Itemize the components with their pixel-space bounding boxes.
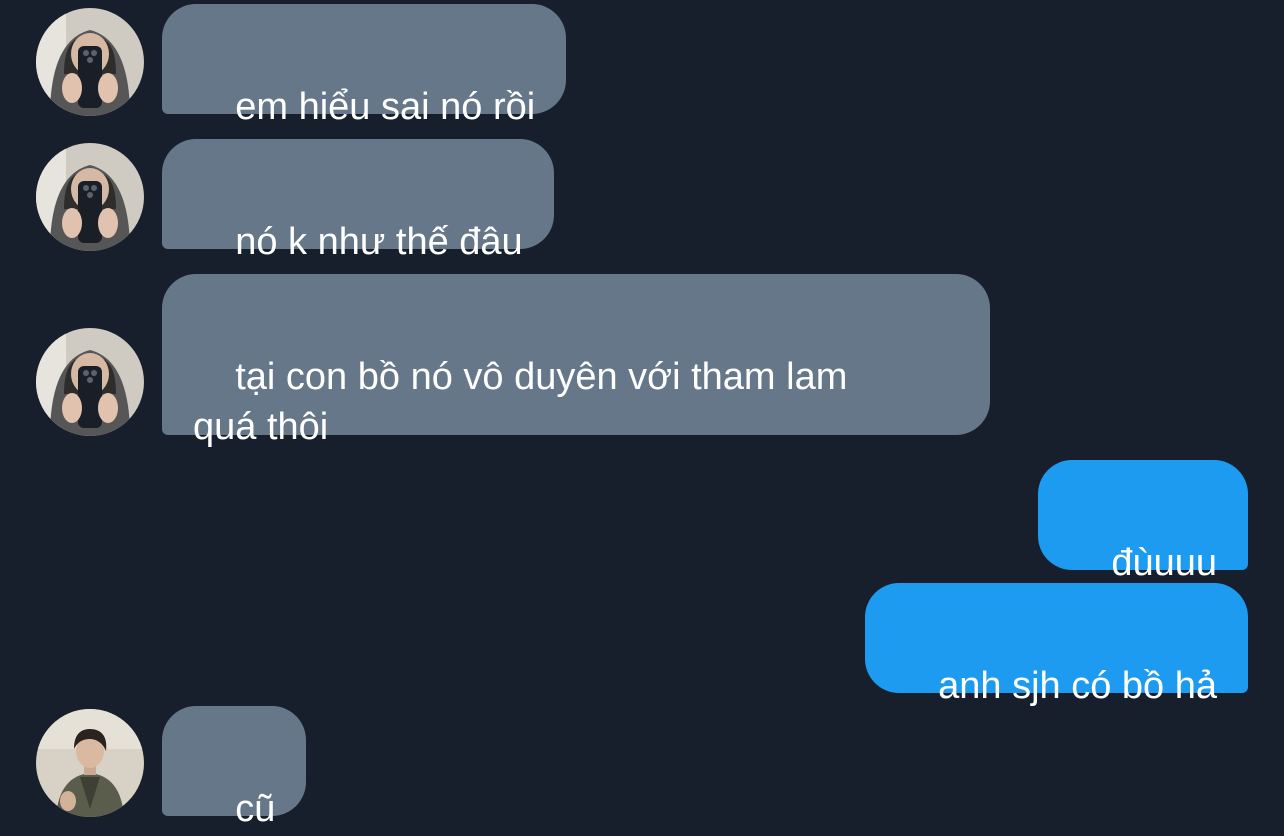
message-text: anh sjh có bồ hả [938,665,1217,707]
hooded-selfie-avatar-icon[interactable] [36,8,144,116]
message-text: tại con bồ nó vô duyên với tham lam quá … [193,356,848,448]
outgoing-message-bubble[interactable]: anh sjh có bồ hả [864,583,1248,707]
message-text: đùuuu [1111,542,1217,584]
incoming-message-bubble[interactable]: tại con bồ nó vô duyên với tham lam quá … [162,274,990,448]
message-text: cũ [235,788,276,830]
message-text: em hiểu sai nó rồi [235,86,536,128]
chat-thread: em hiểu sai nó rồi nó k như thế đâu tại … [0,0,1284,836]
incoming-message-bubble[interactable]: cũ [162,706,307,830]
incoming-message-bubble[interactable]: nó k như thế đâu [162,139,554,263]
message-text: nó k như thế đâu [235,221,523,263]
incoming-message-bubble[interactable]: em hiểu sai nó rồi [162,4,567,128]
hooded-selfie-avatar-icon[interactable] [36,328,144,436]
outgoing-message-bubble[interactable]: đùuuu [1038,460,1248,584]
hooded-selfie-avatar-icon[interactable] [36,143,144,251]
jacket-portrait-avatar-icon[interactable] [36,709,144,817]
